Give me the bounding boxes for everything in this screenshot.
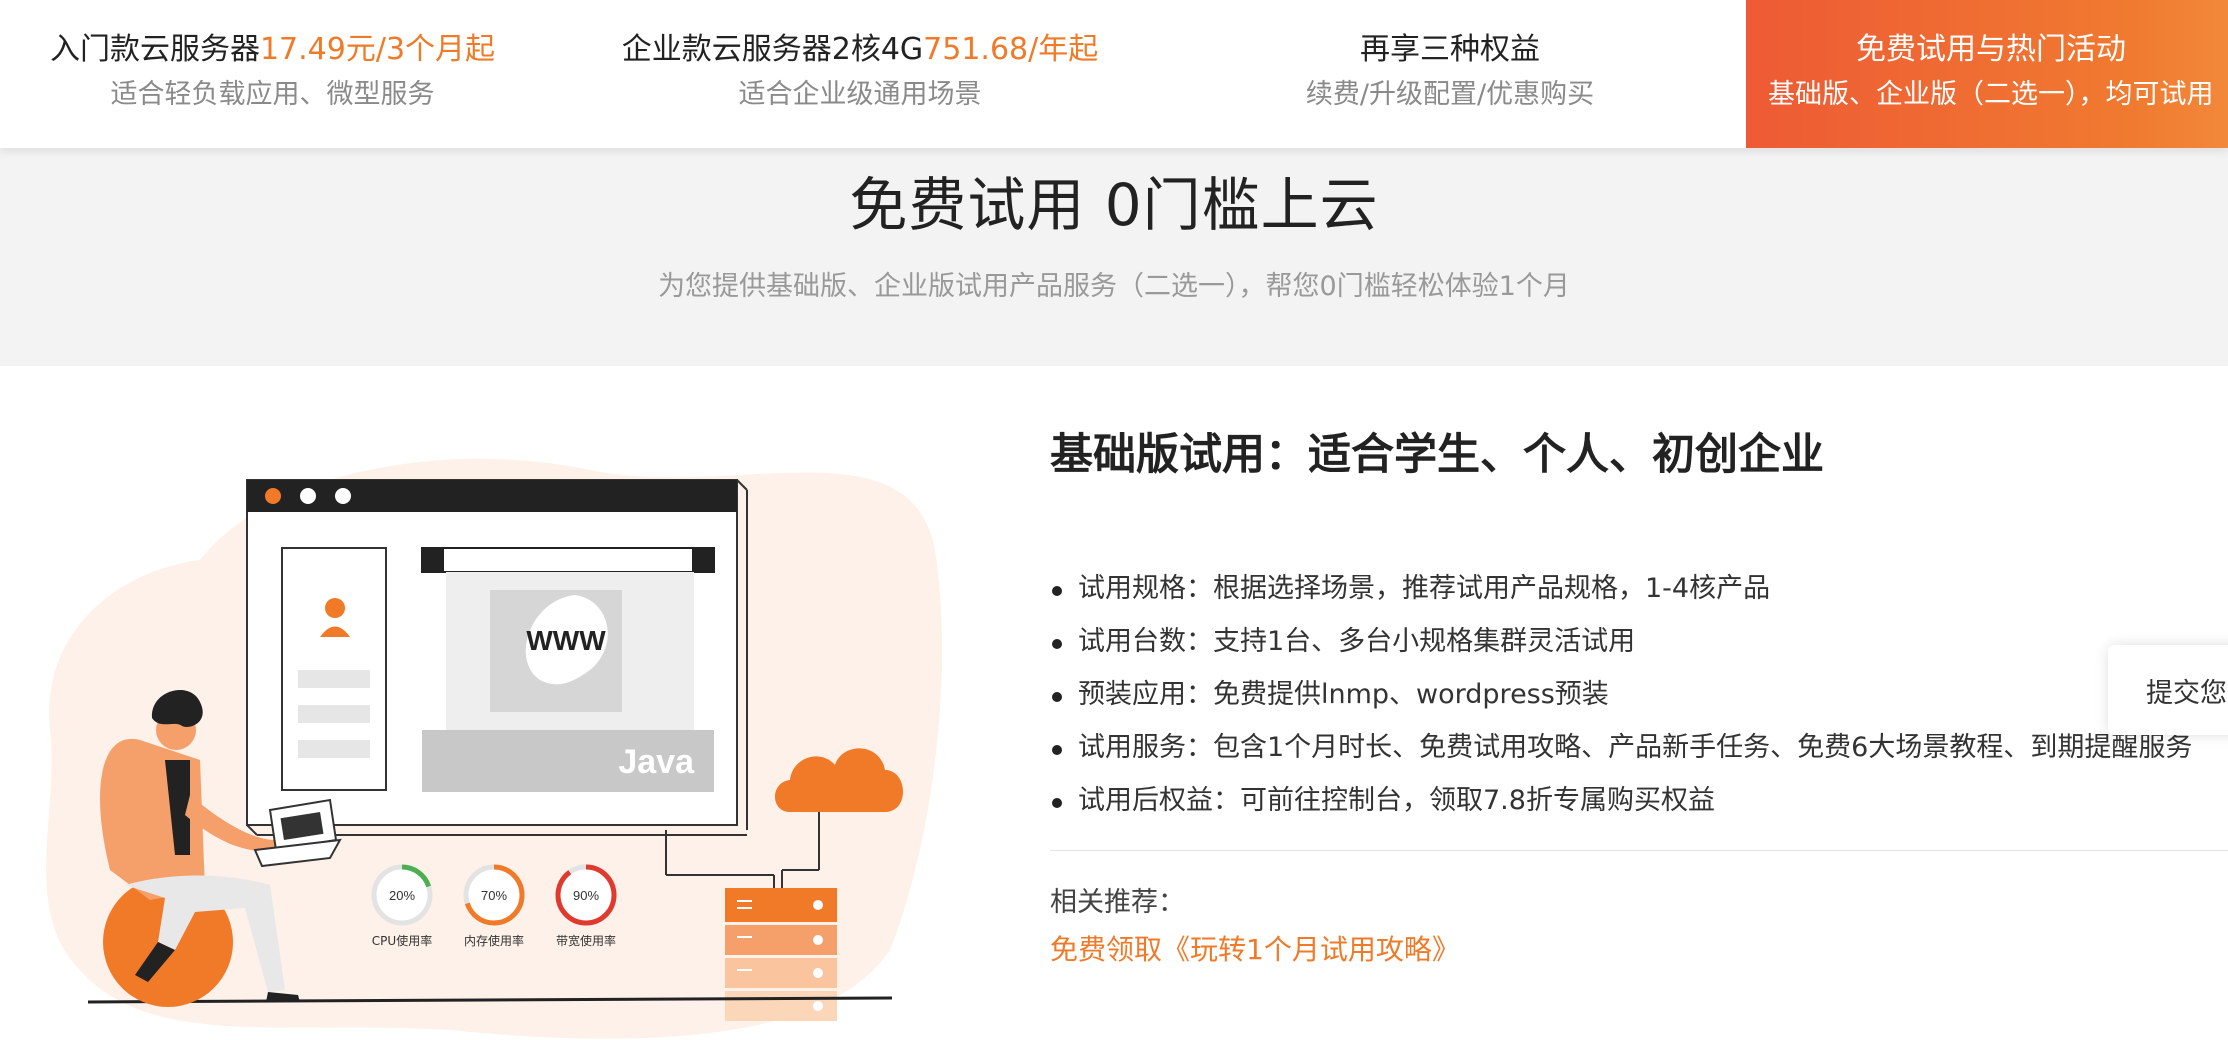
submit-feedback-label: 提交您 [2146, 678, 2227, 709]
tab-free-trial-active[interactable]: 免费试用与热门活动 基础版、企业版（二选一），均可试用 [1746, 0, 2228, 148]
gauge-label: 带宽使用率 [556, 933, 616, 948]
hero-title: 免费试用 0门槛上云 [849, 171, 1379, 239]
tab-subtitle: 适合轻负载应用、微型服务 [110, 79, 435, 110]
list-item: 预装应用：免费提供lnmp、wordpress预装 [1050, 668, 2192, 721]
feature-list: 试用规格：根据选择场景，推荐试用产品规格，1-4核产品 试用台数：支持1台、多台… [1050, 562, 2192, 827]
gauge-label: CPU使用率 [372, 933, 432, 948]
list-item: 试用后权益：可前往控制台，领取7.8折专属购买权益 [1050, 774, 2192, 827]
tab-title: 企业款云服务器2核4G751.68/年起 [621, 32, 1099, 67]
window-dot-white [335, 488, 351, 504]
browser-window: WWW Java [246, 479, 748, 836]
tab-price: 751.68/年起 [923, 32, 1099, 67]
tab-title: 入门款云服务器17.49元/3个月起 [49, 32, 496, 67]
list-item: 试用台数：支持1台、多台小规格集群灵活试用 [1050, 615, 2192, 668]
related-guide-link[interactable]: 免费领取《玩转1个月试用攻略》 [1050, 928, 1460, 968]
window-dot-white [300, 488, 316, 504]
user-icon [325, 598, 345, 618]
cloud-server-illustration: WWW Java 20% CPU使用率 70% 内存使用率 90% 带宽使用率 [46, 458, 943, 1039]
tab-benefits[interactable]: 再享三种权益 续费/升级配置/优惠购买 [1155, 0, 1745, 148]
gauge-value: 90% [573, 888, 599, 903]
list-item: 试用服务：包含1个月时长、免费试用攻略、产品新手任务、免费6大场景教程、到期提醒… [1050, 721, 2192, 774]
window-dot-orange [265, 488, 281, 504]
gauge-label: 内存使用率 [464, 933, 524, 948]
divider [1050, 850, 2228, 851]
tab-price: 17.49元/3个月起 [259, 32, 496, 67]
usage-gauges: 20% CPU使用率 70% 内存使用率 90% 带宽使用率 [371, 864, 617, 948]
tab-entry-server[interactable]: 入门款云服务器17.49元/3个月起 适合轻负载应用、微型服务 [0, 0, 545, 148]
gauge: 70% 内存使用率 [463, 864, 525, 948]
www-label: WWW [526, 625, 606, 656]
product-tab-bar: 入门款云服务器17.49元/3个月起 适合轻负载应用、微型服务 企业款云服务器2… [0, 0, 2228, 148]
tab-subtitle: 基础版、企业版（二选一），均可试用 [1768, 79, 2214, 110]
list-item: 试用规格：根据选择场景，推荐试用产品规格，1-4核产品 [1050, 562, 2192, 615]
tab-title: 免费试用与热门活动 [1856, 32, 2126, 67]
java-label: Java [618, 743, 695, 781]
gauge: 90% 带宽使用率 [555, 864, 617, 948]
tab-subtitle: 续费/升级配置/优惠购买 [1305, 79, 1595, 110]
tab-enterprise-server[interactable]: 企业款云服务器2核4G751.68/年起 适合企业级通用场景 [565, 0, 1155, 148]
hero-subtitle: 为您提供基础版、企业版试用产品服务（二选一），帮您0门槛轻松体验1个月 [658, 271, 1570, 302]
tab-subtitle: 适合企业级通用场景 [738, 79, 982, 110]
section-title: 基础版试用：适合学生、个人、初创企业 [1050, 430, 1824, 480]
related-label: 相关推荐： [1050, 887, 1185, 918]
gauge-value: 70% [481, 888, 507, 903]
server-rack-icon [725, 888, 837, 1021]
submit-feedback-button[interactable]: 提交您 [2108, 645, 2228, 735]
tab-title: 再享三种权益 [1360, 32, 1540, 67]
gauge: 20% CPU使用率 [371, 864, 433, 948]
hero-banner: 免费试用 0门槛上云 为您提供基础版、企业版试用产品服务（二选一），帮您0门槛轻… [0, 148, 2228, 366]
gauge-value: 20% [389, 888, 415, 903]
